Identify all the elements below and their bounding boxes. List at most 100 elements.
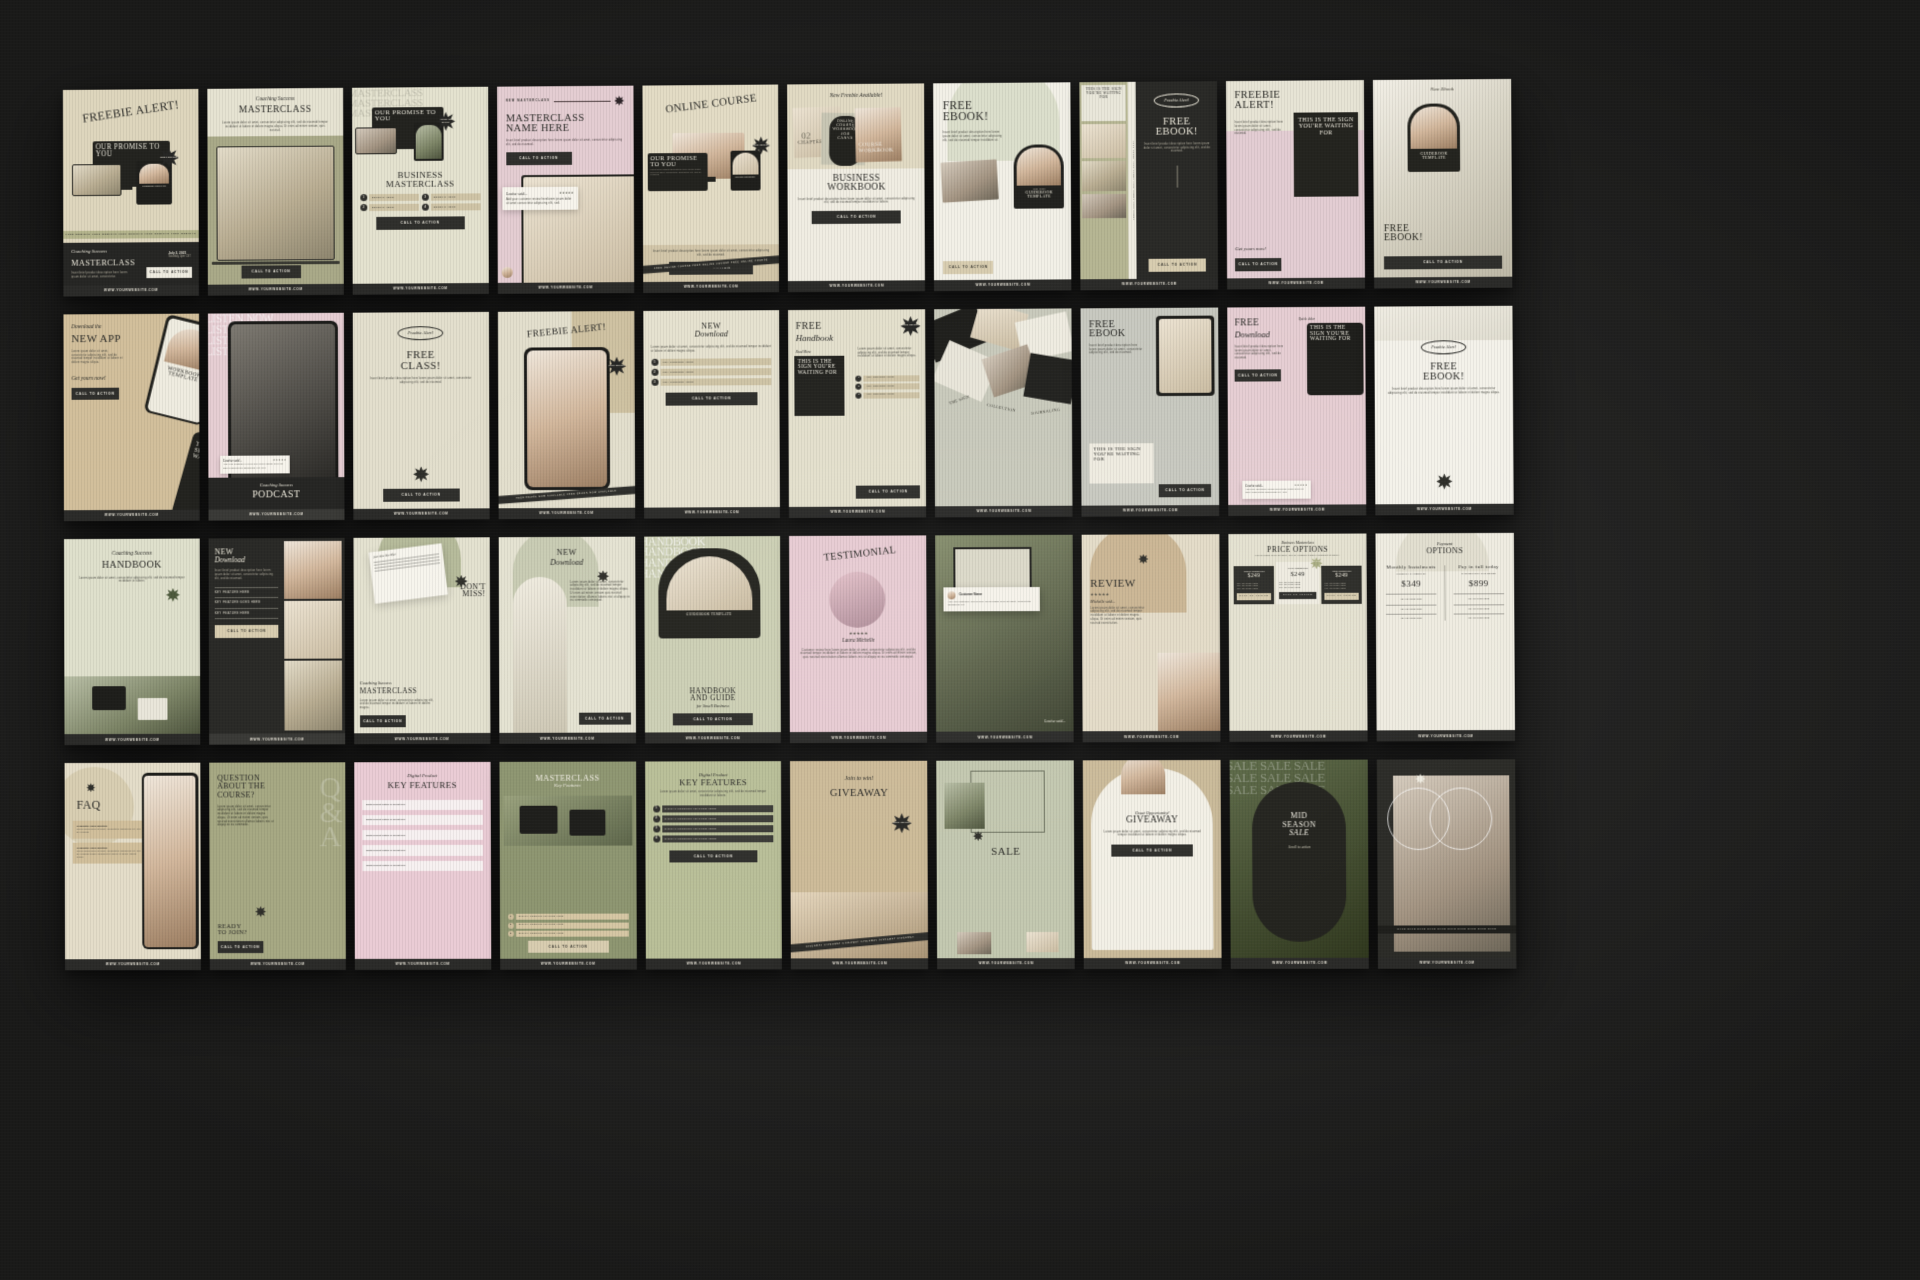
faq-item: Frequently Asked Question Lorem ipsum do… — [72, 842, 147, 864]
card-scattered-cards-collage[interactable]: THE SIGN COLLECTION JOURNALING WWW.YOURW… — [934, 308, 1073, 517]
card-free-ebook-arch[interactable]: FREE EBOOK! Insert brief product descrip… — [933, 82, 1072, 291]
card-giveaway-arch[interactable]: Great Opportunity! GIVEAWAY Lorem ipsum … — [1083, 760, 1222, 970]
cta-button[interactable]: CALL TO ACTION — [214, 625, 279, 638]
cta-button[interactable]: CALL TO ACTION — [1234, 369, 1282, 382]
plan-cta[interactable]: CALL TO ACTION — [1236, 593, 1272, 601]
card-freebie-alert-webinar[interactable]: FREEBIE ALERT! OUR PROMISE TO YOU GUIDEB… — [62, 88, 199, 297]
card-free-ebook-tablet[interactable]: FREE EBOOK Insert brief product descript… — [1080, 307, 1220, 517]
plan-cta[interactable]: CALL TO ACTION — [1324, 593, 1359, 600]
key-row: 3 KEY CONTENT HERE — [855, 392, 920, 399]
plan-feature: KEY FEATURE HERE — [1400, 598, 1422, 601]
card-free-download-pink[interactable]: FREE Download Insert brief product descr… — [1227, 306, 1367, 516]
card-question-about-course[interactable]: Q & A QUESTION ABOUT THE COURSE? Lorem i… — [209, 762, 346, 971]
plan-cta[interactable]: CALL TO ACTION — [1279, 592, 1317, 600]
cta-button[interactable]: CALL TO ACTION — [665, 392, 758, 406]
plan-card[interactable]: Bronze Membership $249 KEY FEATURE HERE … — [1233, 565, 1275, 605]
plan-feature: KEY FEATURE HERE — [1279, 586, 1301, 589]
cta-button[interactable]: CALL TO ACTION — [146, 267, 192, 278]
cta-link[interactable]: Scroll to action — [1260, 845, 1338, 850]
card-freebie-alert-phone[interactable]: FREEBIE ALERT! BEST SELLER FREE EBOOK NO… — [497, 310, 635, 519]
cta-button[interactable]: CALL TO ACTION — [1111, 844, 1194, 858]
card-sub: for Small Business — [696, 703, 730, 709]
cta-button[interactable]: CALL TO ACTION — [527, 940, 609, 953]
card-dont-miss-masterclass[interactable]: Don't Miss This Offer! DON'T MISS! Coach… — [353, 536, 491, 745]
card-sale-minimal[interactable]: SALE WWW.YOURWEBSITE.COM — [936, 760, 1076, 970]
cta-button[interactable]: CALL TO ACTION — [217, 940, 264, 954]
card-review[interactable]: REVIEW ★★★★★ Michelle said... Lorem ipsu… — [1081, 533, 1221, 743]
feature-row: 1 DIGITAL PRODUCT FEATURE HERE — [507, 913, 629, 920]
ready-text: READY TO JOIN? — [217, 923, 248, 937]
cta-button[interactable]: CALL TO ACTION — [578, 712, 631, 725]
card-body: Lorem ipsum dolor sit amet, consectetur … — [857, 347, 917, 358]
card-faq[interactable]: FAQ Frequently Asked Question Lorem ipsu… — [64, 762, 201, 971]
website-footer: WWW.YOURWEBSITE.COM — [644, 732, 782, 744]
card-free-ebook-white[interactable]: Freebie Alert! FREE EBOOK! Insert brief … — [1374, 305, 1514, 515]
website-footer: WWW.YOURWEBSITE.COM — [499, 732, 636, 745]
card-headline: QUESTION ABOUT THE COURSE? — [217, 773, 266, 800]
card-headline-1: FREE — [1234, 318, 1260, 329]
collage-card — [1023, 352, 1073, 405]
plan-card[interactable]: Gold Membership $249 KEY FEATURE HERE KE… — [1321, 565, 1362, 605]
card-headline: FREEBIE ALERT! — [1234, 89, 1281, 112]
card-free-handbook[interactable]: FREE Handbook BEST SELLER Read More THIS… — [788, 309, 927, 518]
card-kicker: Read More — [795, 349, 811, 354]
card-download-new-app[interactable]: Download the NEW APP Lorem ipsum dolor s… — [63, 313, 200, 521]
card-new-download-dark[interactable]: NEW Download Insert brief product descri… — [208, 537, 346, 745]
device-body: Insert brief product description here lo… — [650, 168, 702, 177]
card-business-workbook[interactable]: New Freebie Available! 02 CHAPTER TWO ON… — [787, 83, 926, 292]
card-free-class[interactable]: Freebie Alert! FREE CLASS! Insert brief … — [352, 311, 490, 520]
plan-card[interactable]: BEST VALUE Silver Membership $249 KEY FE… — [1275, 562, 1320, 605]
cta-button[interactable]: CALL TO ACTION — [359, 715, 406, 728]
card-price-options[interactable]: Business Masterclass PRICE OPTIONS Lorem… — [1228, 533, 1368, 743]
card-body: Insert brief product description here lo… — [1387, 387, 1500, 395]
plan-card[interactable]: Pay in full today SAVE $248 WITH THIS OP… — [1449, 565, 1508, 620]
cta-button[interactable]: CALL TO ACTION — [1158, 484, 1212, 497]
card-customer-name[interactable]: Customer Name Add your customer review h… — [935, 534, 1074, 743]
cta-button[interactable]: CALL TO ACTION — [812, 210, 902, 224]
cta-button[interactable]: CALL TO ACTION — [943, 261, 994, 274]
website-footer: WWW.YOURWEBSITE.COM — [64, 734, 201, 746]
card-handbook-and-guide[interactable]: HANDBOOK HANDBOOK HANDBOOK HANDBOOK GUID… — [643, 535, 782, 744]
card-giveaway-join-to-win[interactable]: Join to win! GIVEAWAY BEST SELLER GIVEAW… — [790, 761, 929, 970]
cta-button[interactable]: CALL TO ACTION — [668, 850, 758, 863]
plan-card[interactable]: Monthly Instalments 3 MONTHLY PAYMENTS O… — [1382, 566, 1441, 621]
card-body: Insert brief product description here lo… — [71, 271, 128, 279]
card-sale-circles-photo[interactable]: SALE SALE SALE SALE SALE SALE SALE SALE … — [1376, 759, 1517, 969]
tablet-mock: GUIDEBOOK TEMPLATE — [136, 160, 172, 205]
card-payment-options[interactable]: Payment OPTIONS Monthly Instalments 3 MO… — [1375, 532, 1516, 742]
card-freebie-alert-pink[interactable]: FREEBIE ALERT! Insert brief product desc… — [1226, 80, 1366, 290]
card-body: Lorem ipsum dolor sit amet, consectetur … — [359, 698, 434, 710]
card-body: Lorem ipsum dolor sit amet, consectetur … — [222, 121, 328, 132]
card-mid-season-sale[interactable]: SALE SALE SALE SALE SALE SALE SALE SALE … — [1229, 759, 1369, 969]
card-business-masterclass[interactable]: MASTERCLASS MASTERCLASS MASTERCLASS OUR … — [351, 86, 489, 295]
card-masterclass-name-here[interactable]: NEW MASTERCLASS MASTERCLASS NAME HERE In… — [496, 85, 634, 294]
cta-button[interactable]: CALL TO ACTION — [1148, 258, 1207, 272]
cta-button[interactable]: CALL TO ACTION — [1384, 256, 1503, 270]
card-new-ebook-flatlay[interactable]: New Ebook GUIDEBOOK TEMPLATE FREE EBOOK!… — [1373, 78, 1513, 289]
cta-button[interactable]: CALL TO ACTION — [376, 216, 465, 230]
card-coaching-handbook[interactable]: Coaching Success HANDBOOK Lorem ipsum do… — [64, 538, 201, 746]
card-new-download-arch[interactable]: NEW Download Lorem ipsum dolor sit amet,… — [498, 536, 636, 745]
card-body: Insert brief product description here lo… — [214, 569, 274, 581]
card-masterclass-key-features[interactable]: MASTERCLASS Key Features 1 DIGITAL PRODUC… — [499, 761, 637, 970]
card-digital-key-features[interactable]: Digital Product KEY FEATURES Lorem ipsum… — [644, 761, 783, 970]
card-headline-2: WORKBOOK — [827, 182, 886, 194]
guidebook-label: GUIDEBOOK TEMPLATE — [1025, 189, 1053, 200]
card-kicker: Key Features — [554, 783, 581, 789]
card-podcast-listen-now[interactable]: LISTEN NOW LISTEN NOW LISTEN NOW LISTEN … — [207, 312, 345, 521]
flatlay-photo — [940, 159, 1000, 203]
cta-button[interactable]: CALL TO ACTION — [241, 265, 301, 279]
card-new-download-keys[interactable]: NEW Download Lorem ipsum dolor sit amet,… — [642, 309, 781, 519]
cta-button[interactable]: CALL TO ACTION — [382, 488, 460, 502]
card-coaching-masterclass[interactable]: Coaching Success MASTERCLASS Lorem ipsum… — [207, 87, 344, 296]
cta-button[interactable]: CALL TO ACTION — [71, 387, 120, 400]
card-free-ebook-dark-strip[interactable]: THIS IS THE SIGN YOU'RE WAITING FOR FREE… — [1079, 81, 1219, 291]
card-key-features-pink[interactable]: Digital Product KEY FEATURES Digital pro… — [354, 762, 491, 970]
cta-button[interactable]: CALL TO ACTION — [672, 713, 754, 726]
card-testimonial-pink[interactable]: TESTIMONIAL ★★★★★ Laura Michelle Custome… — [789, 534, 928, 744]
card-online-course[interactable]: ONLINE COURSE OUR PROMISE TO YOU Insert … — [642, 84, 780, 293]
card-headline: NEW APP — [71, 332, 121, 345]
cta-button[interactable]: CALL TO ACTION — [856, 485, 921, 499]
cta-button[interactable]: CALL TO ACTION — [1235, 258, 1282, 272]
cta-button[interactable]: CALL TO ACTION — [505, 152, 572, 165]
